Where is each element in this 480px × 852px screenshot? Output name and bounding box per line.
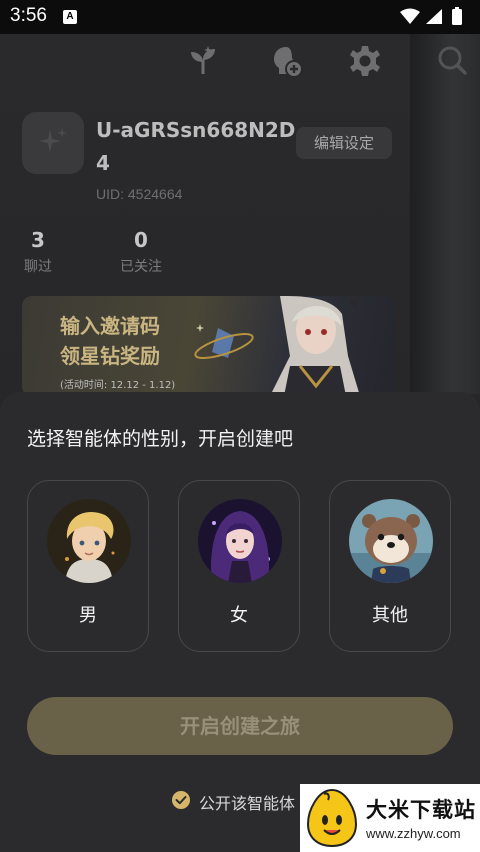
option-label-other: 其他 (372, 605, 408, 626)
sparkle-icon (39, 128, 67, 152)
male-avatar (47, 499, 131, 583)
search-icon[interactable] (436, 44, 470, 78)
system-status-icons (400, 7, 462, 25)
watermark-title: 大米下载站 (366, 798, 476, 822)
gender-option-other[interactable]: 其他 (329, 480, 451, 652)
gender-select-sheet: 选择智能体的性别，开启创建吧 男 女 其他 开启创建之旅 公开该智能体 (0, 392, 480, 852)
egg-mascot-logo (306, 788, 358, 848)
sprout-icon[interactable] (186, 44, 220, 78)
edit-settings-button[interactable]: 编辑设定 (296, 127, 392, 159)
character-illustration (270, 296, 360, 396)
public-agent-label: 公开该智能体 (199, 794, 296, 813)
background-panel (410, 34, 480, 394)
chatted-stat[interactable]: 3 聊过 (22, 228, 54, 276)
user-id: UID: 4524664 (96, 186, 183, 202)
battery-icon (452, 9, 462, 25)
banner-title-1: 输入邀请码 (60, 314, 160, 338)
following-count: 0 (134, 228, 148, 252)
create-agent-icon[interactable] (270, 44, 304, 78)
chatted-count: 3 (31, 228, 45, 252)
following-stat[interactable]: 0 已关注 (114, 228, 168, 276)
chatted-label: 聊过 (24, 259, 52, 275)
gem-icon (194, 324, 254, 359)
status-bar: 3:56 A (0, 0, 480, 34)
banner-period: (活动时间: 12.12 - 1.12) (60, 380, 176, 391)
banner-title-2: 领星钻奖励 (60, 344, 160, 368)
username: U-aGRSsn668N2D4 (96, 118, 296, 175)
option-label-male: 男 (79, 605, 97, 626)
wifi-icon (400, 8, 420, 24)
start-creation-button[interactable]: 开启创建之旅 (27, 697, 453, 755)
signal-icon (426, 9, 442, 24)
gender-option-female[interactable]: 女 (178, 480, 300, 652)
settings-icon[interactable] (348, 44, 382, 78)
sheet-title: 选择智能体的性别，开启创建吧 (27, 428, 294, 450)
option-label-female: 女 (230, 605, 248, 626)
checkbox-checked-icon[interactable] (171, 790, 191, 810)
user-avatar[interactable] (22, 112, 84, 174)
following-label: 已关注 (120, 259, 162, 275)
gender-option-male[interactable]: 男 (27, 480, 149, 652)
notification-icon: A (63, 10, 77, 24)
invite-code-banner[interactable]: 输入邀请码 领星钻奖励 (活动时间: 12.12 - 1.12) (22, 296, 396, 396)
site-watermark: 大米下载站 www.zzhyw.com (300, 784, 480, 852)
status-time: 3:56 (10, 5, 47, 26)
watermark-url: www.zzhyw.com (366, 826, 461, 841)
female-avatar (198, 499, 282, 583)
other-avatar (349, 499, 433, 583)
